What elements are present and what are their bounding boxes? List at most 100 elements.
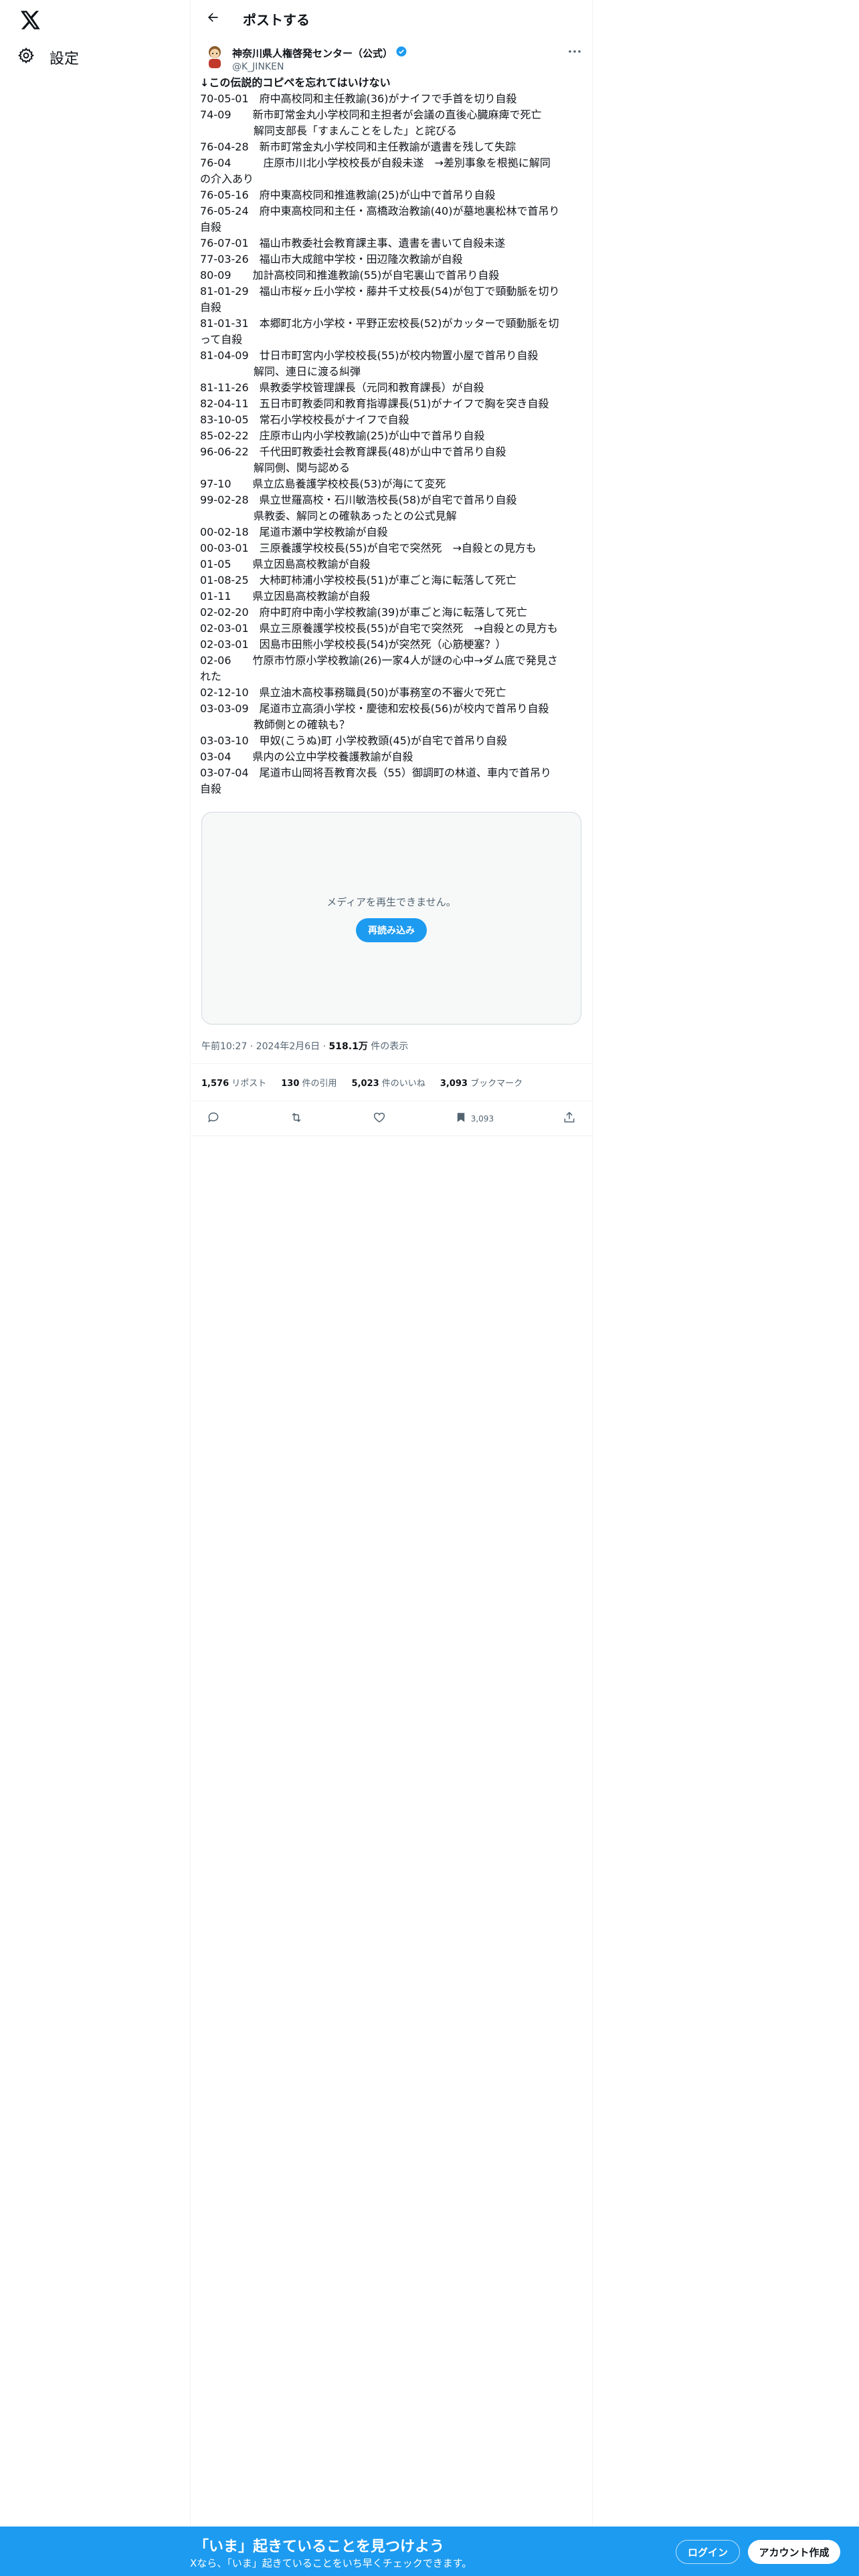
quotes-stat[interactable]: 130 件の引用	[281, 1076, 337, 1089]
page-header: ポストする	[191, 0, 592, 37]
bookmarks-count: 3,093	[440, 1079, 468, 1089]
like-button[interactable]	[373, 1111, 386, 1126]
tweet-date[interactable]: 2024年2月6日	[256, 1041, 320, 1052]
x-logo-icon[interactable]	[19, 8, 43, 32]
tweet-line: 02-03-01 県立三原養護学校校長(55)が自宅で突然死 →自殺との見方も	[200, 622, 558, 635]
quotes-label: 件の引用	[299, 1079, 337, 1089]
tweet-line: 解同、連日に渡る糾弾	[200, 365, 361, 378]
main-column: ポストする 神奈川県人権啓発センター（公式） @K_JINKEN ↓この伝説的コ…	[190, 0, 593, 2576]
tweet-line: 02-12-10 県立油木高校事務職員(50)が事務室の不審火で死亡	[200, 686, 506, 699]
tweet-line: 74-09 新市町常金丸小学校同和主担者が会議の直後心臓麻痺で死亡	[200, 108, 542, 121]
tweet-line: 02-02-20 府中町府中南小学校教諭(39)が車ごと海に転落して死亡	[200, 606, 527, 619]
tweet-line: 70-05-01 府中高校同和主任教諭(36)がナイフで手首を切り自殺	[200, 92, 517, 105]
tweet-line: 03-07-04 尾道市山岡将吾教育次長（55）御調町の林道、車内で首吊り	[200, 766, 551, 779]
share-button[interactable]	[563, 1111, 576, 1126]
more-dots-icon	[569, 43, 581, 56]
tweet-line: 01-08-25 大柿町柿浦小学校校長(51)が車ごと海に転落して死亡	[200, 574, 516, 586]
author-name: 神奈川県人権啓発センター（公式）	[232, 47, 393, 60]
likes-count: 5,023	[351, 1079, 379, 1089]
tweet-line: 76-05-24 府中東高校同和主任・高橋政治教諭(40)が墓地裏松林で首吊り	[200, 205, 560, 217]
media-error-message: メディアを再生できません。	[326, 895, 456, 908]
tweet-line: 03-03-10 甲奴(こうぬ)町 小学校教頭(45)が自宅で首吊り自殺	[200, 734, 508, 747]
settings-label: 設定	[50, 51, 80, 68]
tweet-line: 01-11 県立因島高校教諭が自殺	[200, 590, 371, 603]
signup-banner: 「いま」起きていることを見つけよう Xなら、「いま」起きていることをいち早くチェ…	[0, 2527, 859, 2576]
avatar[interactable]	[201, 43, 228, 70]
bookmarks-stat[interactable]: 3,093 ブックマーク	[440, 1076, 522, 1089]
tweet-text: ↓この伝説的コピペを忘れてはいけない 70-05-01 府中高校同和主任教諭(36…	[191, 72, 592, 797]
tweet-line: 自殺	[200, 782, 222, 795]
tweet-line: 96-06-22 千代田町教委社会教育課長(48)が山中で首吊り自殺	[200, 445, 506, 458]
tweet-line: 97-10 県立広島養護学校校長(53)が海にて変死	[200, 477, 446, 490]
tweet-line: って自殺	[200, 333, 243, 346]
reposts-stat[interactable]: 1,576 リポスト	[201, 1076, 266, 1089]
tweet-line: 99-02-28 県立世羅高校・石川敏浩校長(58)が自宅で首吊り自殺	[200, 494, 517, 506]
tweet-meta: 午前10:27 · 2024年2月6日 · 518.1万 件の表示	[191, 1025, 592, 1064]
tweet-line: 03-03-09 尾道市立高須小学校・慶徳和宏校長(56)が校内で首吊り自殺	[200, 702, 549, 715]
gear-icon	[17, 47, 35, 68]
tweet-author: 神奈川県人権啓発センター（公式） @K_JINKEN	[191, 37, 592, 72]
likes-stat[interactable]: 5,023 件のいいね	[352, 1076, 425, 1089]
tweet-line: 解同支部長「すまんことをした」と詫びる	[200, 124, 458, 137]
author-handle[interactable]: @K_JINKEN	[232, 62, 407, 72]
tweet-line: 76-05-16 府中東高校同和推進教諭(25)が山中で首吊り自殺	[200, 189, 496, 201]
tweet-line: 03-04 県内の公立中学校養護教諭が自殺	[200, 750, 413, 763]
quotes-count: 130	[281, 1079, 300, 1089]
verified-badge-icon	[395, 45, 407, 60]
bookmarks-label: ブックマーク	[467, 1079, 523, 1089]
tweet-line: 85-02-22 庄原市山内小学校教諭(25)が山中で首吊り自殺	[200, 429, 485, 442]
tweet-line: 80-09 加計高校同和推進教諭(55)が自宅裏山で首吊り自殺	[200, 269, 500, 282]
signup-button[interactable]: アカウント作成	[748, 2540, 840, 2564]
tweet-line: 02-06 竹原市竹原小学校教諭(26)一家4人が謎の心中→ダム底で発見さ	[200, 654, 558, 667]
meta-separator: ·	[247, 1041, 256, 1052]
tweet-line: 自殺	[200, 301, 222, 314]
tweet-line: の介入あり	[200, 173, 254, 185]
page-title: ポストする	[243, 11, 310, 28]
tweet-line: 81-01-29 福山市桜ヶ丘小学校・藤井千丈校長(54)が包丁で頸動脈を切り	[200, 285, 560, 298]
tweet-line: 77-03-26 福山市大成館中学校・田辺隆次教諭が自殺	[200, 253, 463, 265]
tweet-time[interactable]: 午前10:27	[201, 1041, 247, 1052]
heart-icon	[373, 1111, 386, 1126]
tweet-line: 00-03-01 三原養護学校校長(55)が自宅で突然死 →自殺との見方も	[200, 542, 537, 554]
sidebar-item-settings[interactable]: 設定	[17, 47, 79, 68]
login-button[interactable]: ログイン	[676, 2540, 740, 2564]
repost-icon	[289, 1111, 304, 1126]
reply-icon	[207, 1111, 220, 1126]
tweet-line: れた	[200, 670, 222, 683]
reply-button[interactable]	[207, 1111, 220, 1126]
tweet-line: 76-07-01 福山市教委社会教育課主事、遺書を書いて自殺未遂	[200, 237, 506, 249]
banner-subtitle: Xなら、「いま」起きていることをいち早くチェックできます。	[190, 2557, 472, 2569]
tweet-line: 76-04-28 新市町常金丸小学校同和主任教諭が遺書を残して失踪	[200, 140, 516, 153]
tweet-line: 県教委、解同との確執あったとの公式見解	[200, 510, 457, 522]
share-icon	[563, 1111, 576, 1126]
more-options-button[interactable]	[567, 41, 583, 58]
tweet-line: 82-04-11 五日市町教委同和教育指導課長(51)がナイフで胸を突き自殺	[200, 397, 549, 410]
tweet-line: 83-10-05 常石小学校校長がナイフで自殺	[200, 413, 409, 426]
views-label: 件の表示	[367, 1041, 409, 1052]
left-nav: 設定	[0, 0, 190, 2576]
repost-button[interactable]	[289, 1111, 304, 1126]
tweet-line: 00-02-18 尾道市瀬中学校教諭が自殺	[200, 526, 388, 538]
bookmark-count: 3,093	[470, 1113, 494, 1123]
tweet-line: 76-04 庄原市川北小学校校長が自殺未遂 →差別事象を根拠に解同	[200, 156, 551, 169]
likes-label: 件のいいね	[379, 1079, 425, 1089]
tweet-line: 02-03-01 因島市田熊小学校校長(54)が突然死（心筋梗塞？）	[200, 638, 506, 651]
back-button[interactable]	[201, 7, 224, 30]
tweet-line: 解同側、関与認める	[200, 461, 351, 474]
bookmark-icon	[455, 1111, 467, 1126]
tweet-line: ↓この伝説的コピペを忘れてはいけない	[200, 76, 391, 89]
bookmark-button[interactable]: 3,093	[455, 1111, 494, 1126]
tweet-line: 81-01-31 本郷町北方小学校・平野正宏校長(52)がカッターで頸動脈を切	[200, 317, 559, 330]
tweet-line: 81-11-26 県教委学校管理課長（元同和教育課長）が自殺	[200, 381, 484, 394]
tweet-line: 自殺	[200, 221, 222, 233]
reposts-count: 1,576	[201, 1079, 229, 1089]
tweet-line: 81-04-09 廿日市町宮内小学校校長(55)が校内物置小屋で首吊り自殺	[200, 349, 539, 362]
tweet-actions: 3,093	[191, 1101, 592, 1136]
media-placeholder: メディアを再生できません。 再読み込み	[201, 812, 581, 1025]
tweet-stats: 1,576 リポスト 130 件の引用 5,023 件のいいね 3,093 ブッ…	[191, 1064, 592, 1101]
reload-button[interactable]: 再読み込み	[356, 918, 427, 942]
meta-separator: ·	[320, 1041, 329, 1052]
banner-title: 「いま」起きていることを見つけよう	[194, 2539, 445, 2555]
author-name-row[interactable]: 神奈川県人権啓発センター（公式）	[232, 45, 407, 60]
tweet-line: 01-05 県立因島高校教諭が自殺	[200, 558, 371, 570]
